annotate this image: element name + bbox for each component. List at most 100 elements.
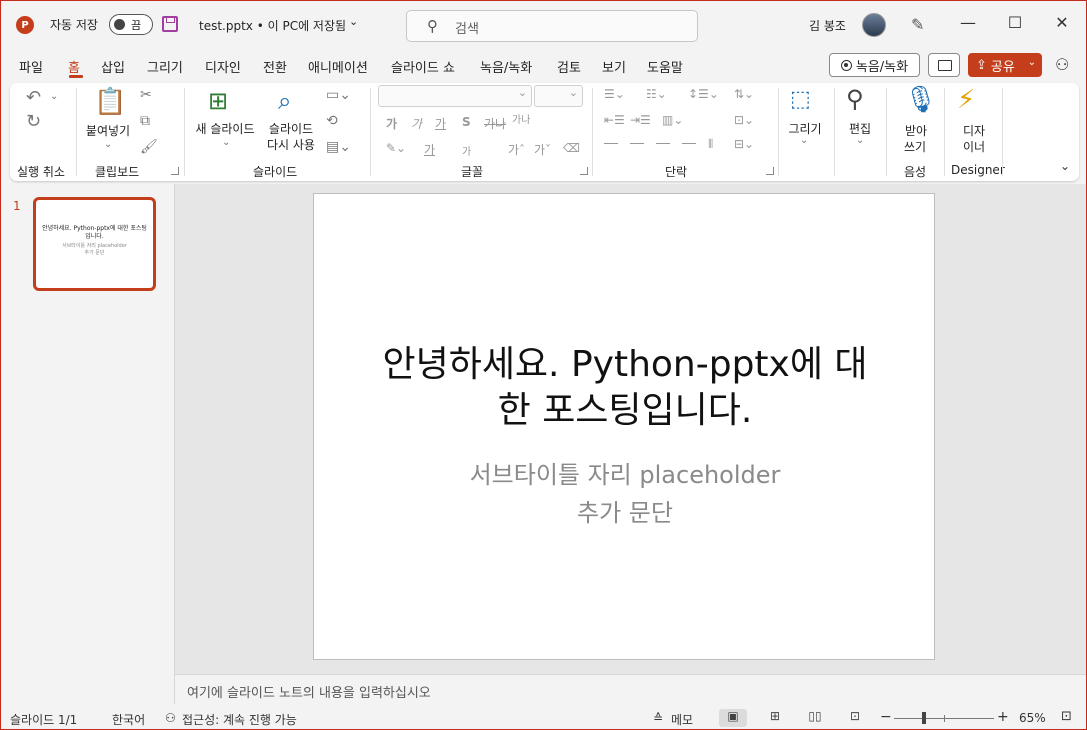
slide-subtitle-placeholder[interactable]: 서브타이틀 자리 placeholder 추가 문단: [344, 456, 906, 532]
accessibility-status[interactable]: 접근성: 계속 진행 가능: [182, 711, 297, 728]
section-icon[interactable]: ▤⌄: [326, 139, 351, 155]
line-spacing-icon[interactable]: ↕☰⌄: [688, 87, 719, 101]
slide-thumbnail[interactable]: 안녕하세요. Python-pptx에 대한 포스팅입니다. 서브타이틀 자리 …: [33, 197, 156, 291]
chevron-down-icon[interactable]: ⌄: [222, 137, 230, 148]
zoom-slider-thumb[interactable]: [922, 712, 926, 724]
columns-icon[interactable]: ▥⌄: [662, 113, 683, 127]
tab-record[interactable]: 녹음/녹화: [480, 57, 532, 76]
paste-label[interactable]: 붙여넣기: [82, 123, 134, 139]
strikethrough-button[interactable]: 가나: [484, 115, 506, 132]
reuse-slide-label-2[interactable]: 다시 사용: [260, 137, 322, 153]
microphone-icon[interactable]: 🎙: [904, 85, 937, 115]
record-button[interactable]: 녹음/녹화: [829, 53, 920, 77]
tab-file[interactable]: 파일: [19, 57, 43, 76]
slide-title-placeholder[interactable]: 안녕하세요. Python-pptx에 대 한 포스팅입니다.: [344, 342, 906, 434]
italic-button[interactable]: 가: [411, 115, 422, 132]
bold-button[interactable]: 가: [386, 115, 397, 132]
share-button[interactable]: ⇪ 공유 ⌄: [968, 53, 1042, 77]
tab-draw[interactable]: 그리기: [147, 57, 183, 76]
find-icon[interactable]: ⚲: [846, 85, 864, 113]
undo-icon[interactable]: ↶: [26, 87, 41, 108]
chevron-down-icon[interactable]: ⌄: [1028, 57, 1036, 68]
maximize-button[interactable]: ☐: [1000, 13, 1030, 32]
autosave-toggle[interactable]: 끔: [109, 14, 153, 35]
reuse-slide-icon[interactable]: ⌕: [278, 87, 291, 115]
tab-slideshow[interactable]: 슬라이드 쇼: [391, 57, 455, 76]
user-name[interactable]: 김 봉조: [809, 17, 846, 34]
tab-animations[interactable]: 애니메이션: [308, 57, 368, 76]
draw-shapes-icon[interactable]: ⬚: [790, 87, 811, 112]
highlight-icon[interactable]: ✎⌄: [386, 141, 406, 155]
align-center-icon[interactable]: [630, 143, 644, 144]
minimize-button[interactable]: —: [953, 13, 983, 32]
close-button[interactable]: ✕: [1047, 13, 1077, 32]
notes-button[interactable]: 메모: [671, 711, 693, 728]
notes-icon[interactable]: ≙: [653, 711, 663, 725]
format-painter-icon[interactable]: 🖌: [140, 139, 158, 155]
reuse-slide-label-1[interactable]: 슬라이드: [260, 121, 322, 137]
decrease-indent-icon[interactable]: ⇤☰: [604, 113, 625, 127]
layout-icon[interactable]: ▭⌄: [326, 87, 351, 103]
tab-review[interactable]: 검토: [557, 57, 581, 76]
copilot-pen-icon[interactable]: ✎: [911, 15, 924, 34]
tab-help[interactable]: 도움말: [647, 57, 683, 76]
distribute-icon[interactable]: ⦀: [708, 137, 713, 152]
smartart-icon[interactable]: ⊟⌄: [734, 137, 754, 151]
change-case-button[interactable]: 가: [462, 143, 471, 158]
chevron-down-icon[interactable]: ⌄: [349, 15, 358, 28]
font-size-combo[interactable]: [534, 85, 583, 107]
cut-icon[interactable]: ✂: [140, 87, 152, 103]
redo-icon[interactable]: ↻: [26, 111, 41, 132]
notes-pane[interactable]: 여기에 슬라이드 노트의 내용을 입력하십시오: [175, 674, 1086, 704]
designer-label-1[interactable]: 디자: [952, 123, 996, 139]
dictate-label-2[interactable]: 쓰기: [892, 139, 938, 155]
reading-view-button[interactable]: ▯▯: [801, 709, 829, 727]
zoom-in-button[interactable]: +: [997, 709, 1009, 725]
font-family-combo[interactable]: [378, 85, 532, 107]
search-box[interactable]: ⚲ 검색: [406, 10, 698, 42]
align-text-icon[interactable]: ⊡⌄: [734, 113, 754, 127]
coauthor-icon[interactable]: ⚇: [1055, 55, 1069, 74]
char-spacing-button[interactable]: 가나: [512, 111, 530, 126]
justify-icon[interactable]: [682, 143, 696, 144]
grow-font-icon[interactable]: 가ˆ: [508, 141, 525, 158]
chevron-down-icon[interactable]: ⌄: [104, 139, 112, 150]
tab-home[interactable]: 홈: [68, 57, 80, 76]
increase-indent-icon[interactable]: ⇥☰: [630, 113, 651, 127]
collapse-ribbon-icon[interactable]: ⌄: [1060, 159, 1070, 173]
normal-view-button[interactable]: ▣: [719, 709, 747, 727]
accessibility-icon[interactable]: ⚇: [165, 711, 176, 725]
chevron-down-icon[interactable]: ⌄: [50, 91, 58, 102]
fit-to-window-icon[interactable]: ⊡: [1061, 709, 1072, 724]
align-left-icon[interactable]: [604, 143, 618, 144]
numbering-icon[interactable]: ☷⌄: [646, 87, 667, 101]
clipboard-launcher-icon[interactable]: [171, 167, 179, 175]
align-right-icon[interactable]: [656, 143, 670, 144]
tab-design[interactable]: 디자인: [205, 57, 241, 76]
new-slide-icon[interactable]: ⊞: [208, 87, 228, 115]
slideshow-button[interactable]: ⊡: [841, 709, 869, 727]
chevron-down-icon[interactable]: ⌄: [800, 135, 808, 146]
slide-sorter-button[interactable]: ⊞: [761, 709, 789, 727]
chevron-down-icon[interactable]: ⌄: [856, 135, 864, 146]
avatar[interactable]: [862, 13, 886, 37]
save-icon[interactable]: [162, 16, 178, 32]
designer-icon[interactable]: ⚡: [957, 85, 975, 115]
shrink-font-icon[interactable]: 가ˇ: [534, 141, 551, 158]
clear-format-icon[interactable]: ⌫: [563, 141, 580, 155]
tab-transitions[interactable]: 전환: [263, 57, 287, 76]
underline-button[interactable]: 가: [435, 115, 446, 132]
text-direction-icon[interactable]: ⇅⌄: [734, 87, 754, 101]
slide-canvas[interactable]: 안녕하세요. Python-pptx에 대 한 포스팅입니다. 서브타이틀 자리…: [313, 193, 935, 660]
font-color-button[interactable]: 가: [424, 141, 435, 158]
paragraph-launcher-icon[interactable]: [766, 167, 774, 175]
paste-icon[interactable]: 📋: [94, 87, 126, 117]
document-title[interactable]: test.pptx • 이 PC에 저장됨: [199, 17, 346, 34]
copy-icon[interactable]: ⧉: [140, 113, 150, 129]
tab-insert[interactable]: 삽입: [101, 57, 125, 76]
new-slide-label[interactable]: 새 슬라이드: [190, 121, 260, 137]
designer-label-2[interactable]: 이너: [952, 139, 996, 155]
tab-view[interactable]: 보기: [602, 57, 626, 76]
reset-icon[interactable]: ⟲: [326, 113, 338, 129]
zoom-level[interactable]: 65%: [1019, 711, 1046, 725]
